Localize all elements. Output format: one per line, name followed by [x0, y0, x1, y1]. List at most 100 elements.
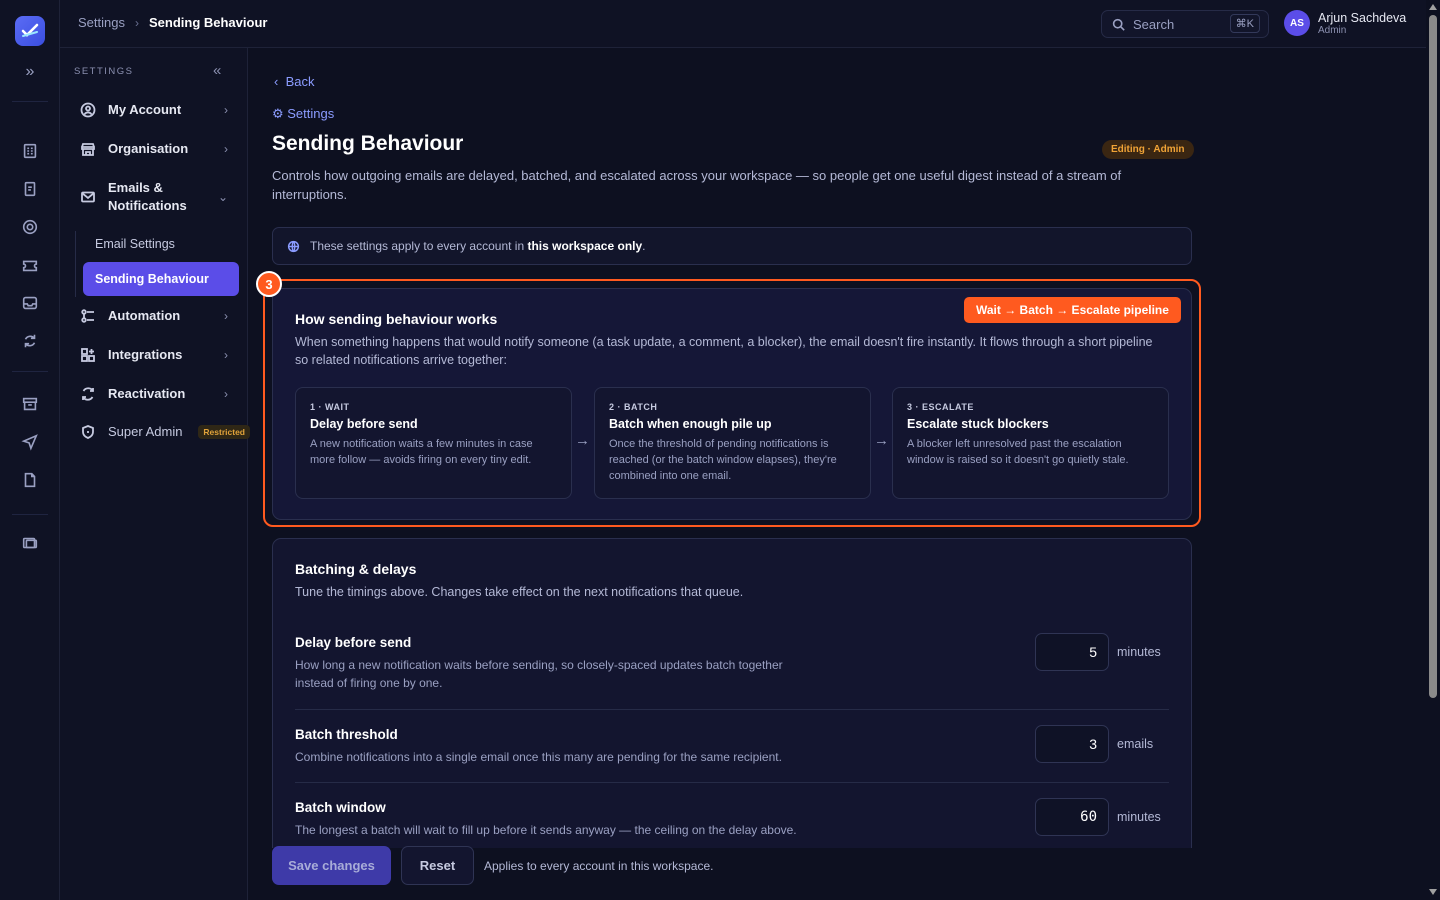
- sidebar-subitem-email-settings[interactable]: Email Settings: [83, 227, 239, 261]
- archive-icon[interactable]: [20, 394, 40, 414]
- refresh-icon: [82, 387, 94, 401]
- card-description: Tune the timings above. Changes take eff…: [295, 585, 744, 599]
- user-role: Admin: [1318, 24, 1347, 36]
- layers-icon[interactable]: [20, 533, 40, 553]
- delay-minutes-input[interactable]: 5: [1035, 633, 1109, 671]
- how-it-works-card: How sending behaviour works Wait → Batch…: [272, 288, 1192, 520]
- sidebar-item-automation[interactable]: Automation ›: [80, 307, 228, 325]
- pipeline-step-wait: 1 · WAIT Delay before send A new notific…: [295, 387, 572, 499]
- setting-unit: minutes: [1117, 810, 1161, 824]
- reset-button[interactable]: Reset: [401, 846, 474, 885]
- sidebar-item-label: Emails & Notifications: [108, 180, 187, 213]
- setting-row-delay: Delay before send How long a new notific…: [295, 633, 1169, 692]
- sidebar-item-label: Reactivation: [108, 386, 186, 401]
- scope-info-text: These settings apply to every account in…: [310, 239, 646, 253]
- subnav-guide-line: [75, 231, 76, 297]
- report-icon[interactable]: [20, 470, 40, 490]
- search-shortcut: ⌘K: [1229, 14, 1260, 33]
- chevron-right-icon: ›: [224, 103, 228, 117]
- setting-description: Combine notifications into a single emai…: [295, 750, 782, 764]
- sidebar-item-organisation[interactable]: Organisation ›: [80, 140, 228, 158]
- row-divider: [295, 709, 1169, 710]
- globe-icon: [287, 240, 300, 252]
- scrollbar-thumb[interactable]: [1429, 15, 1437, 698]
- step-kicker: 1 · WAIT: [310, 402, 350, 412]
- sidebar-subitem-sending-behaviour[interactable]: Sending Behaviour: [83, 262, 239, 296]
- step-title: Delay before send: [310, 417, 418, 431]
- setting-row-window: Batch window The longest a batch will wa…: [295, 798, 1169, 839]
- mail-icon: [81, 191, 95, 203]
- page-title: Sending Behaviour: [272, 132, 464, 155]
- sidebar-item-reactivation[interactable]: Reactivation ›: [80, 385, 228, 403]
- icon-rail: »: [0, 0, 60, 900]
- ticket-icon[interactable]: [20, 255, 40, 275]
- scroll-down-icon[interactable]: [1429, 889, 1437, 895]
- user-circle-icon: [80, 102, 96, 118]
- inbox-icon[interactable]: [20, 293, 40, 313]
- arrow-right-icon: →: [874, 432, 889, 449]
- sidebar-item-super-admin[interactable]: Super Admin Restricted: [80, 423, 250, 441]
- top-bar: Settings › Sending Behaviour Search ⌘K A…: [60, 0, 1426, 48]
- grid-plus-icon: [81, 348, 95, 362]
- sidebar-item-label: Super Admin: [108, 424, 183, 439]
- clipboard-icon[interactable]: [20, 179, 40, 199]
- send-icon[interactable]: [20, 432, 40, 452]
- breadcrumb-settings[interactable]: Settings: [78, 15, 125, 30]
- page-scrollbar[interactable]: [1426, 0, 1440, 900]
- setting-unit: minutes: [1117, 645, 1161, 659]
- page-description: Controls how outgoing emails are delayed…: [272, 168, 1122, 202]
- chevron-right-icon: ›: [224, 142, 228, 156]
- row-divider: [295, 782, 1169, 783]
- save-changes-button[interactable]: Save changes: [272, 846, 391, 885]
- rail-divider: [12, 101, 48, 102]
- settings-link[interactable]: ⚙ Settings: [272, 106, 334, 122]
- editing-badge: Editing · Admin: [1102, 140, 1194, 159]
- setting-unit: emails: [1117, 737, 1154, 751]
- search-input[interactable]: Search ⌘K: [1101, 10, 1269, 38]
- chevron-right-icon: ›: [224, 348, 228, 362]
- scroll-up-icon[interactable]: [1429, 4, 1437, 10]
- sidebar-item-label: Organisation: [108, 141, 189, 156]
- sidebar-item-emails-notifications[interactable]: Emails & Notifications ⌄: [80, 179, 228, 215]
- sidebar-item-my-account[interactable]: My Account ›: [80, 101, 228, 119]
- step-description: Once the threshold of pending notificati…: [609, 438, 837, 482]
- sidebar-item-integrations[interactable]: Integrations ›: [80, 346, 228, 364]
- shield-icon: [82, 425, 94, 439]
- main-content: ‹ Back ⚙ Settings Sending Behaviour Edit…: [248, 48, 1426, 900]
- restricted-badge: Restricted: [198, 425, 250, 439]
- settings-sidebar: SETTINGS « My Account › Organisation › E…: [60, 48, 250, 900]
- footer-note: Applies to every account in this workspa…: [484, 859, 714, 873]
- back-label: Back: [285, 74, 315, 89]
- app-logo-icon[interactable]: [15, 16, 45, 46]
- step-title: Escalate stuck blockers: [907, 417, 1049, 431]
- target-icon[interactable]: [20, 217, 40, 237]
- store-icon: [81, 143, 95, 156]
- user-name: Arjun Sachdeva: [1318, 10, 1407, 25]
- step-kicker: 3 · ESCALATE: [907, 402, 974, 412]
- search-icon: [1112, 18, 1125, 31]
- setting-description: The longest a batch will wait to fill up…: [295, 823, 797, 837]
- building-icon[interactable]: [20, 141, 40, 161]
- rail-divider: [12, 514, 48, 515]
- chevron-down-icon: ⌄: [217, 190, 228, 204]
- user-menu[interactable]: AS Arjun Sachdeva Admin: [1284, 10, 1406, 36]
- expand-rail-icon[interactable]: »: [20, 62, 40, 82]
- refresh-icon[interactable]: [20, 331, 40, 351]
- info-suffix: .: [642, 239, 646, 253]
- breadcrumb-current: Sending Behaviour: [148, 15, 268, 30]
- card-title: Batching & delays: [295, 561, 417, 577]
- collapse-sidebar-icon[interactable]: «: [213, 62, 221, 79]
- batch-threshold-input[interactable]: 3: [1035, 725, 1109, 763]
- sidebar-item-label: Automation: [108, 308, 181, 323]
- workflow-icon: [81, 309, 94, 323]
- pipeline-step-batch: 2 · BATCH Batch when enough pile up Once…: [594, 387, 871, 499]
- pipeline-pill: Wait → Batch → Escalate pipeline: [964, 297, 1181, 323]
- sidebar-header: SETTINGS: [74, 66, 134, 77]
- card-description: When something happens that would notify…: [295, 335, 1153, 367]
- batch-window-input[interactable]: 60: [1035, 798, 1109, 836]
- step-kicker: 2 · BATCH: [609, 402, 658, 412]
- step-title: Batch when enough pile up: [609, 417, 772, 431]
- back-link[interactable]: ‹ Back: [274, 74, 314, 89]
- pipeline-step-escalate: 3 · ESCALATE Escalate stuck blockers A b…: [892, 387, 1169, 499]
- search-placeholder: Search: [1133, 16, 1175, 32]
